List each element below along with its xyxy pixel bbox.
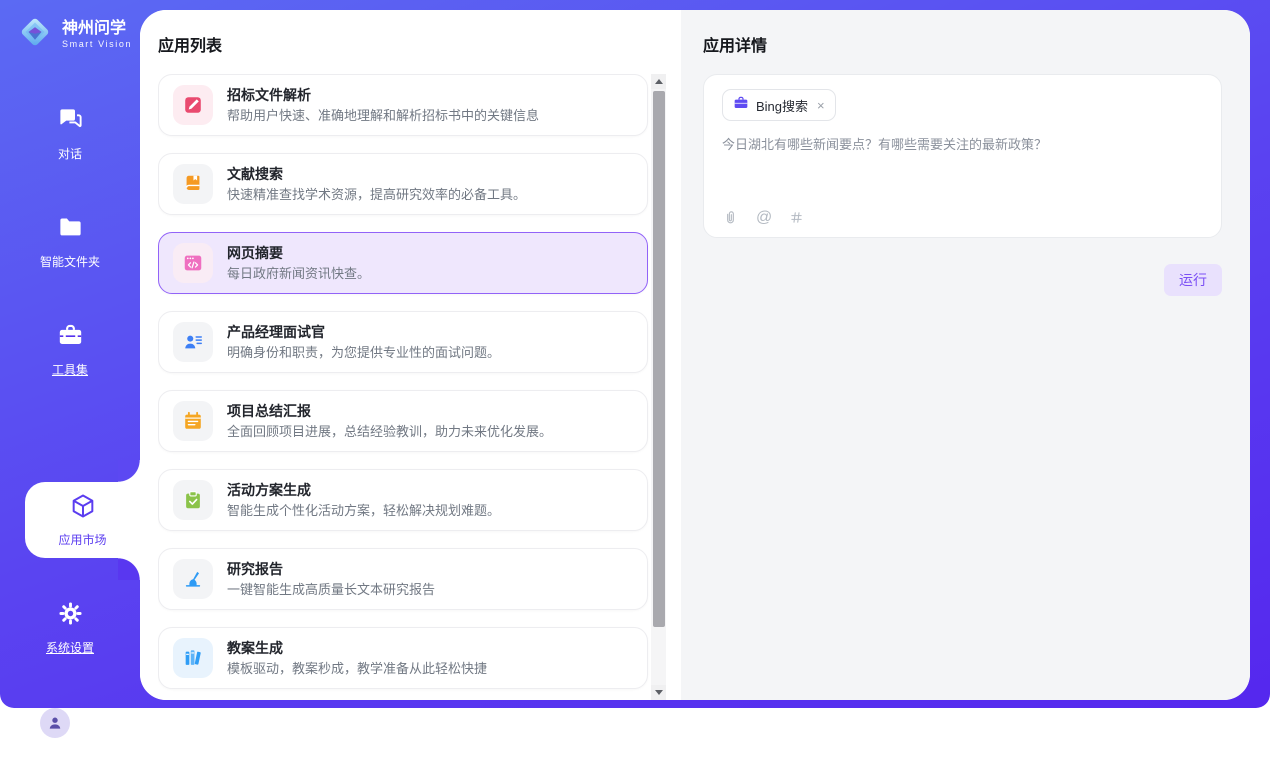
app-list: 招标文件解析 帮助用户快速、准确地理解和解析招标书中的关键信息 文献搜索 [158, 74, 681, 700]
interviewer-icon [173, 322, 213, 362]
sidebar-item-label: 系统设置 [46, 639, 94, 656]
paperclip-icon[interactable] [722, 209, 739, 226]
brand-subtitle: Smart Vision [62, 39, 132, 49]
app-title: 研究报告 [227, 560, 435, 578]
chat-icon [57, 106, 84, 138]
list-item-pm-interviewer[interactable]: 产品经理面试官 明确身份和职责，为您提供专业性的面试问题。 [158, 311, 648, 373]
scrollbar-track[interactable] [651, 89, 666, 685]
scrollbar-thumb[interactable] [653, 91, 665, 627]
sidebar-item-settings[interactable]: 系统设置 [0, 600, 140, 652]
list-item-literature-search[interactable]: 文献搜索 快速精准查找学术资源，提高研究效率的必备工具。 [158, 153, 648, 215]
bubble-flare-top [118, 460, 140, 482]
app-title: 教案生成 [227, 639, 487, 657]
sidebar-item-app-market[interactable]: 应用市场 [25, 482, 140, 558]
app-list-title: 应用列表 [158, 32, 681, 56]
user-account[interactable]: AD [0, 708, 140, 738]
sidebar-item-label: 对话 [58, 145, 82, 162]
calendar-icon [173, 401, 213, 441]
list-item-web-summary[interactable]: 网页摘要 每日政府新闻资讯快查。 [158, 232, 648, 294]
app-desc: 全面回顾项目进展，总结经验教训，助力未来优化发展。 [227, 424, 552, 440]
close-icon[interactable]: × [817, 98, 825, 113]
app-desc: 一键智能生成高质量长文本研究报告 [227, 582, 435, 598]
gear-icon [57, 600, 84, 632]
app-desc: 快速精准查找学术资源，提高研究效率的必备工具。 [227, 187, 526, 203]
sidebar-item-smart-folder[interactable]: 智能文件夹 [0, 214, 140, 266]
diamond-logo-icon [16, 13, 54, 56]
sidebar-item-label: 应用市场 [58, 531, 106, 548]
app-detail-panel: 应用详情 Bing搜索 × 今日湖北有哪些新闻要点？有哪些需要关注的最新政策？ [681, 10, 1250, 700]
sidebar: 神州问学 Smart Vision 对话 智能文件夹 [0, 0, 140, 704]
app-desc: 帮助用户快速、准确地理解和解析招标书中的关键信息 [227, 108, 539, 124]
brand-logo: 神州问学 Smart Vision [16, 13, 140, 56]
sidebar-nav: 对话 智能文件夹 工具集 [0, 106, 140, 708]
app-desc: 每日政府新闻资讯快查。 [227, 266, 370, 282]
app-title: 产品经理面试官 [227, 323, 500, 341]
app-title: 招标文件解析 [227, 86, 539, 104]
books-icon [173, 638, 213, 678]
cube-icon [69, 492, 97, 525]
sidebar-item-chat[interactable]: 对话 [0, 106, 140, 158]
app-desc: 模板驱动，教案秒成，教学准备从此轻松快捷 [227, 661, 487, 677]
folder-icon [57, 214, 84, 246]
edit-doc-icon [173, 85, 213, 125]
bubble-flare-bottom [118, 558, 140, 580]
main-content: 应用列表 招标文件解析 帮助用户快速、准确地理解和解析招标书中的关键信息 [140, 10, 1250, 700]
arrow-down-icon [655, 690, 663, 695]
list-item-project-summary[interactable]: 项目总结汇报 全面回顾项目进展，总结经验教训，助力未来优化发展。 [158, 390, 648, 452]
briefcase-icon [733, 95, 749, 116]
tool-tag-bing-search[interactable]: Bing搜索 × [722, 89, 836, 121]
toolbox-icon [57, 322, 84, 354]
list-scrollbar[interactable] [651, 74, 666, 700]
prompt-card: Bing搜索 × 今日湖北有哪些新闻要点？有哪些需要关注的最新政策？ @ [703, 74, 1222, 238]
sidebar-item-label: 工具集 [52, 361, 88, 378]
tool-tag-label: Bing搜索 [756, 96, 808, 115]
scroll-up-button[interactable] [651, 74, 666, 89]
avatar [40, 708, 70, 738]
web-code-icon [173, 243, 213, 283]
arrow-up-icon [655, 79, 663, 84]
app-list-panel: 应用列表 招标文件解析 帮助用户快速、准确地理解和解析招标书中的关键信息 [140, 10, 681, 700]
hash-icon[interactable] [789, 210, 804, 225]
sidebar-item-toolset[interactable]: 工具集 [0, 322, 140, 374]
user-label: AD [80, 715, 99, 731]
clipboard-check-icon [173, 480, 213, 520]
app-title: 网页摘要 [227, 244, 370, 262]
list-item-bid-doc-parse[interactable]: 招标文件解析 帮助用户快速、准确地理解和解析招标书中的关键信息 [158, 74, 648, 136]
app-detail-title: 应用详情 [703, 32, 1222, 56]
app-title: 文献搜索 [227, 165, 526, 183]
app-title: 项目总结汇报 [227, 402, 552, 420]
attachment-toolbar: @ [722, 209, 804, 226]
list-item-research-report[interactable]: 研究报告 一键智能生成高质量长文本研究报告 [158, 548, 648, 610]
prompt-input[interactable]: 今日湖北有哪些新闻要点？有哪些需要关注的最新政策？ [722, 135, 1203, 155]
sidebar-item-label: 智能文件夹 [40, 253, 100, 270]
scroll-down-button[interactable] [651, 685, 666, 700]
at-mention-icon[interactable]: @ [756, 210, 772, 226]
app-desc: 智能生成个性化活动方案，轻松解决规划难题。 [227, 503, 500, 519]
list-item-lesson-plan[interactable]: 教案生成 模板驱动，教案秒成，教学准备从此轻松快捷 [158, 627, 648, 689]
ink-report-icon [173, 559, 213, 599]
brand-name: 神州问学 [62, 20, 132, 38]
app-title: 活动方案生成 [227, 481, 500, 499]
book-icon [173, 164, 213, 204]
copyright-footer: ©神州数码·神州问学出品 [0, 752, 140, 767]
run-button[interactable]: 运行 [1164, 264, 1222, 296]
list-item-event-plan[interactable]: 活动方案生成 智能生成个性化活动方案，轻松解决规划难题。 [158, 469, 648, 531]
app-desc: 明确身份和职责，为您提供专业性的面试问题。 [227, 345, 500, 361]
